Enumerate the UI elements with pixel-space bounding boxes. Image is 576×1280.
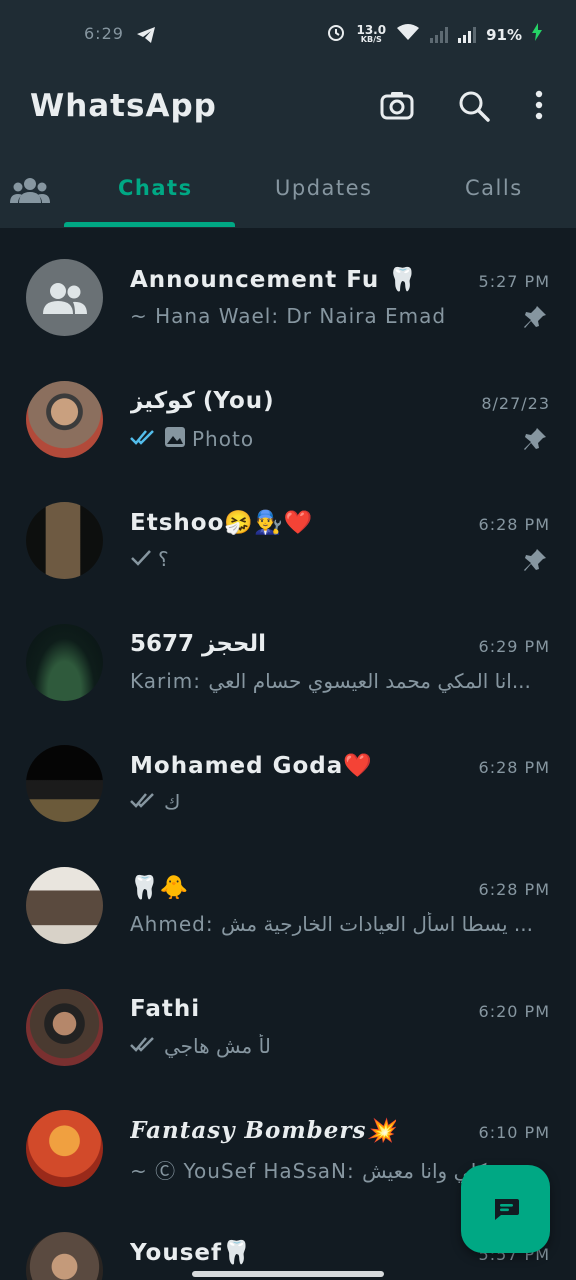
network-speed: 13.0 KB/S [356, 22, 387, 44]
chat-time: 6:28 PM [478, 879, 550, 899]
contact-avatar [26, 380, 103, 458]
active-tab-indicator [64, 222, 235, 227]
chat-time: 8/27/23 [481, 393, 550, 413]
chat-name: Announcement Fu 🦷 [130, 267, 418, 293]
group-avatar [26, 866, 103, 944]
battery-level: 91% [486, 25, 522, 44]
chat-preview: Karim: انا المكي محمد العيسوي حسام العي.… [130, 668, 531, 693]
double-tick-icon [130, 1034, 158, 1058]
tab-updates[interactable]: Updates [275, 176, 373, 200]
wifi-icon [396, 23, 420, 46]
chat-preview: لأ مش هاجي [130, 1034, 271, 1058]
chat-row[interactable]: Mohamed Goda❤️ ك 6:28 PM [0, 714, 576, 836]
chat-row[interactable]: 5677 الحجز Karim: انا المكي محمد العيسوي… [0, 593, 576, 715]
group-icon [42, 282, 87, 314]
app-title: WhatsApp [30, 88, 217, 124]
chat-name: Fathi [130, 995, 201, 1022]
signal-2-icon [458, 26, 477, 43]
tab-bar: Chats Updates Calls [0, 158, 576, 228]
chat-name: 🦷🐥 [130, 874, 190, 901]
app-bar: WhatsApp [0, 74, 576, 144]
chat-time: 5:27 PM [478, 272, 550, 291]
double-tick-icon [130, 790, 158, 814]
chat-row[interactable]: كوكيز (You) Photo 8/27/23 [0, 350, 576, 472]
photo-icon [164, 426, 186, 453]
group-avatar [26, 623, 103, 701]
header: 6:29 13.0 KB/S 91% WhatsApp Chats Update… [0, 0, 576, 228]
chat-time: 6:29 PM [478, 636, 550, 656]
more-options-icon[interactable] [534, 90, 544, 124]
signal-1-icon [430, 26, 449, 43]
chat-name: كوكيز (You) [130, 387, 274, 414]
contact-avatar [26, 502, 103, 580]
single-tick-icon [130, 547, 152, 571]
chat-list: Announcement Fu 🦷 ~ Hana Wael: Dr Naira … [0, 228, 576, 1280]
contact-avatar [26, 988, 103, 1066]
contact-avatar [26, 745, 103, 823]
chat-preview: ~ Hana Wael: Dr Naira Emad [130, 304, 447, 328]
chat-row[interactable]: Etshoo🤧👨‍🔧❤️ ؟ 6:28 PM [0, 471, 576, 593]
chat-preview: ؟ [130, 547, 169, 571]
contact-avatar [26, 1231, 103, 1280]
chat-row[interactable]: 🦷🐥 Ahmed: يسطا اسأل العيادات الخارجية مش… [0, 836, 576, 958]
chat-name: Fantasy Bombers💥 [130, 1117, 397, 1145]
chat-preview: ك [130, 790, 180, 814]
new-chat-button[interactable] [461, 1165, 550, 1253]
chat-name: Yousef🦷 [130, 1239, 252, 1266]
new-chat-icon [494, 1199, 519, 1220]
chat-time: 6:28 PM [478, 758, 550, 778]
search-icon[interactable] [458, 90, 490, 126]
chat-row[interactable]: Announcement Fu 🦷 ~ Hana Wael: Dr Naira … [0, 228, 576, 350]
pin-icon [522, 426, 548, 456]
pin-icon [522, 304, 548, 334]
charging-icon [532, 23, 542, 46]
chat-time: 6:20 PM [478, 1001, 550, 1021]
group-avatar [26, 259, 103, 336]
chat-name: 5677 الحجز [130, 630, 267, 657]
double-tick-read-icon [130, 427, 158, 451]
chat-name: Mohamed Goda❤️ [130, 753, 373, 780]
chat-row[interactable]: Fathi لأ مش هاجي 6:20 PM [0, 958, 576, 1080]
chat-time: 6:10 PM [478, 1123, 550, 1143]
pin-icon [522, 547, 548, 577]
home-indicator[interactable] [192, 1271, 384, 1277]
chat-preview: Photo [130, 426, 254, 453]
chat-time: 6:28 PM [478, 515, 550, 535]
camera-icon[interactable] [380, 90, 414, 124]
chat-name: Etshoo🤧👨‍🔧❤️ [130, 510, 314, 537]
group-avatar [26, 1110, 103, 1188]
alarm-icon [326, 22, 346, 47]
communities-icon[interactable] [10, 176, 50, 208]
status-bar: 6:29 13.0 KB/S 91% [0, 0, 576, 74]
chat-preview: Ahmed: يسطا اسأل العيادات الخارجية مش ..… [130, 911, 534, 936]
tab-calls[interactable]: Calls [465, 176, 523, 200]
telegram-icon [136, 26, 156, 49]
tab-chats[interactable]: Chats [118, 176, 193, 200]
